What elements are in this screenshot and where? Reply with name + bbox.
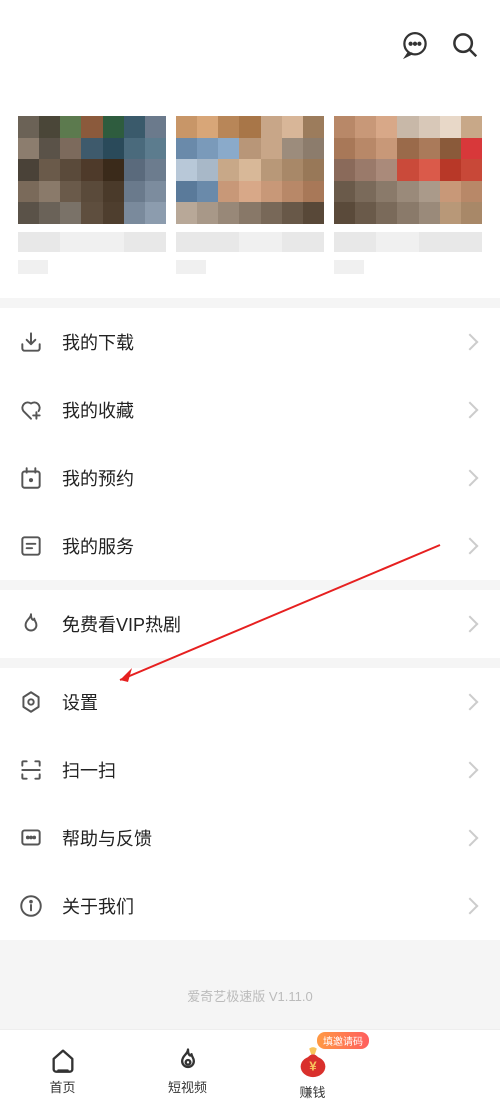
info-icon <box>18 893 44 919</box>
nav-home[interactable]: 首页 <box>0 1030 125 1111</box>
svg-text:¥: ¥ <box>309 1058 317 1073</box>
menu-my-downloads[interactable]: 我的下载 <box>0 308 500 376</box>
menu-label: 帮助与反馈 <box>62 825 464 851</box>
chevron-right-icon <box>462 470 479 487</box>
menu-help-feedback[interactable]: 帮助与反馈 <box>0 804 500 872</box>
chevron-right-icon <box>462 616 479 633</box>
feedback-icon <box>18 825 44 851</box>
home-icon <box>49 1046 77 1074</box>
menu-about-us[interactable]: 关于我们 <box>0 872 500 940</box>
nav-shortvideo[interactable]: 短视频 <box>125 1030 250 1111</box>
search-icon[interactable] <box>450 30 480 60</box>
chevron-right-icon <box>462 694 479 711</box>
scan-icon <box>18 757 44 783</box>
chevron-right-icon <box>462 898 479 915</box>
menu-settings[interactable]: 设置 <box>0 668 500 736</box>
chevron-right-icon <box>462 830 479 847</box>
menu-group-2: 免费看VIP热剧 <box>0 590 500 658</box>
fire-icon <box>174 1046 202 1074</box>
settings-icon <box>18 689 44 715</box>
chevron-right-icon <box>462 538 479 555</box>
section-title-partial <box>0 90 500 106</box>
nav-label: 首页 <box>49 1077 75 1096</box>
header-bar <box>0 0 500 90</box>
nav-spacer <box>375 1030 500 1111</box>
nav-earn[interactable]: 填邀请码 ¥ 赚钱 <box>250 1030 375 1111</box>
nav-label: 短视频 <box>168 1077 207 1096</box>
menu-my-favorites[interactable]: 我的收藏 <box>0 376 500 444</box>
menu-label: 免费看VIP热剧 <box>62 611 464 637</box>
chevron-right-icon <box>462 762 479 779</box>
menu-free-vip[interactable]: 免费看VIP热剧 <box>0 590 500 658</box>
menu-label: 我的预约 <box>62 465 464 491</box>
menu-my-services[interactable]: 我的服务 <box>0 512 500 580</box>
download-icon <box>18 329 44 355</box>
fire-icon <box>18 611 44 637</box>
menu-label: 我的收藏 <box>62 397 464 423</box>
menu-label: 我的服务 <box>62 533 464 559</box>
menu-label: 关于我们 <box>62 893 464 919</box>
menu-label: 设置 <box>62 689 464 715</box>
list-icon <box>18 533 44 559</box>
menu-group-3: 设置 扫一扫 帮助与反馈 关于我们 <box>0 668 500 940</box>
video-card[interactable] <box>18 116 166 274</box>
menu-label: 我的下载 <box>62 329 464 355</box>
menu-group-1: 我的下载 我的收藏 我的预约 我的服务 <box>0 308 500 580</box>
chevron-right-icon <box>462 402 479 419</box>
nav-label: 赚钱 <box>299 1082 325 1101</box>
history-cards <box>0 106 500 298</box>
heart-plus-icon <box>18 397 44 423</box>
calendar-icon <box>18 465 44 491</box>
money-bag-icon: ¥ <box>294 1041 332 1079</box>
video-card[interactable] <box>176 116 324 274</box>
menu-label: 扫一扫 <box>62 757 464 783</box>
chat-icon[interactable] <box>400 30 430 60</box>
video-card[interactable] <box>334 116 482 274</box>
menu-scan[interactable]: 扫一扫 <box>0 736 500 804</box>
bottom-nav: 首页 短视频 填邀请码 ¥ 赚钱 <box>0 1029 500 1111</box>
chevron-right-icon <box>462 334 479 351</box>
menu-my-reservations[interactable]: 我的预约 <box>0 444 500 512</box>
